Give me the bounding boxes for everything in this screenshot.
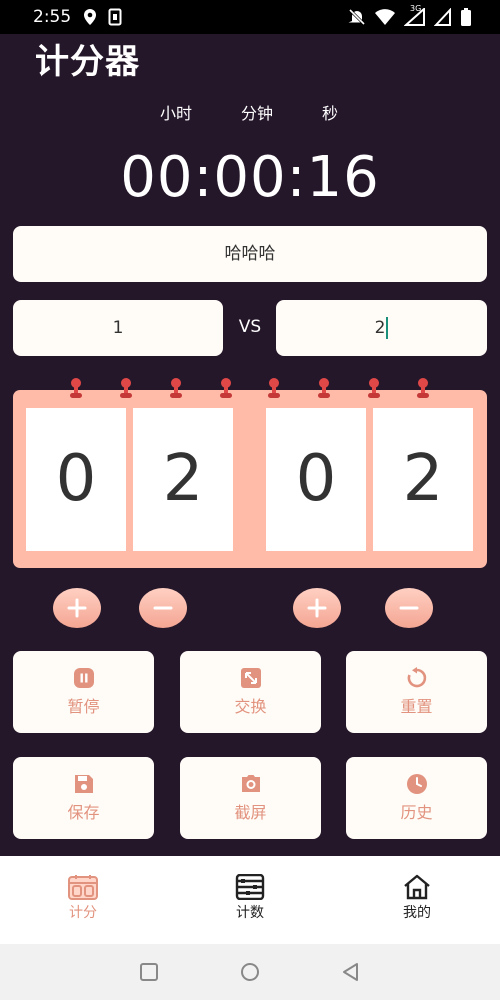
screenshot-button[interactable]: 截屏 (180, 757, 321, 839)
pin-icon (318, 378, 330, 402)
location-icon (84, 9, 96, 25)
swap-label: 交换 (234, 697, 267, 716)
nav-label-count: 计数 (236, 905, 264, 921)
history-button[interactable]: 历史 (346, 757, 487, 839)
pin-icon (170, 378, 182, 402)
nav-item-score[interactable]: 计分 (0, 856, 166, 944)
minus-icon (399, 606, 419, 610)
mute-icon (348, 8, 366, 26)
camera-icon (242, 775, 260, 792)
sim-card-icon (108, 8, 122, 26)
match-name-text: 哈哈哈 (224, 244, 276, 264)
match-name-input[interactable]: 哈哈哈 (13, 226, 487, 282)
pin-icon (368, 378, 380, 402)
swap-button[interactable]: 交换 (180, 651, 321, 733)
reset-button[interactable]: 重置 (346, 651, 487, 733)
plus-icon (67, 598, 87, 618)
nav-item-mine[interactable]: 我的 (334, 856, 500, 944)
reset-icon (407, 667, 427, 688)
cell-signal-2-icon (434, 8, 451, 26)
bottom-nav: 计分 计数 我的 (0, 856, 500, 944)
nav-label-score: 计分 (69, 905, 97, 921)
seconds-label: 秒 (322, 104, 339, 123)
system-nav-bar (0, 944, 500, 1000)
timer-unit-labels: 小时 分钟 秒 (0, 100, 500, 123)
reset-label: 重置 (400, 697, 433, 716)
wifi-icon (375, 9, 395, 25)
pause-icon (74, 668, 94, 688)
back-icon[interactable] (341, 962, 361, 982)
network-type-label: 3G (410, 4, 422, 13)
app-title: 计分器 (35, 42, 140, 82)
battery-icon (461, 8, 471, 26)
recent-apps-icon[interactable] (139, 962, 159, 982)
right-increment-button[interactable] (293, 588, 341, 628)
text-cursor (386, 317, 389, 339)
status-time: 2:55 (33, 7, 72, 27)
left-score-ones: 2 (133, 408, 233, 551)
nav-item-count[interactable]: 计数 (167, 856, 333, 944)
pin-icon (70, 378, 82, 402)
pin-icon (120, 378, 132, 402)
left-increment-button[interactable] (53, 588, 101, 628)
swap-icon (241, 668, 261, 688)
save-button[interactable]: 保存 (13, 757, 154, 839)
home-button-icon[interactable] (240, 962, 260, 982)
left-decrement-button[interactable] (139, 588, 187, 628)
hours-label: 小时 (160, 104, 193, 123)
pin-icon (220, 378, 232, 402)
right-score-tens: 0 (266, 408, 366, 551)
team-left-input[interactable]: 1 (13, 300, 223, 356)
minutes-label: 分钟 (241, 104, 274, 123)
history-label: 历史 (400, 803, 433, 822)
status-bar: 2:55 3G (0, 0, 500, 34)
timer-display[interactable]: 00:00:16 (0, 145, 500, 210)
screenshot-label: 截屏 (234, 803, 267, 822)
vs-label: VS (238, 317, 262, 337)
pin-icon (268, 378, 280, 402)
nav-label-mine: 我的 (403, 905, 431, 921)
save-icon (75, 775, 93, 793)
minus-icon (153, 606, 173, 610)
plus-icon (307, 598, 327, 618)
pause-label: 暂停 (67, 697, 100, 716)
right-score-ones: 2 (373, 408, 473, 551)
team-right-text: 2 (374, 318, 386, 338)
pin-icon (417, 378, 429, 402)
clock-icon (407, 774, 427, 794)
left-score-tens: 0 (26, 408, 126, 551)
team-left-text: 1 (112, 318, 124, 338)
pause-button[interactable]: 暂停 (13, 651, 154, 733)
abacus-icon (235, 874, 265, 900)
team-right-input[interactable]: 2 (276, 300, 487, 356)
right-decrement-button[interactable] (385, 588, 433, 628)
scoreboard-icon (68, 875, 98, 900)
save-label: 保存 (67, 803, 100, 822)
home-icon (404, 874, 430, 900)
